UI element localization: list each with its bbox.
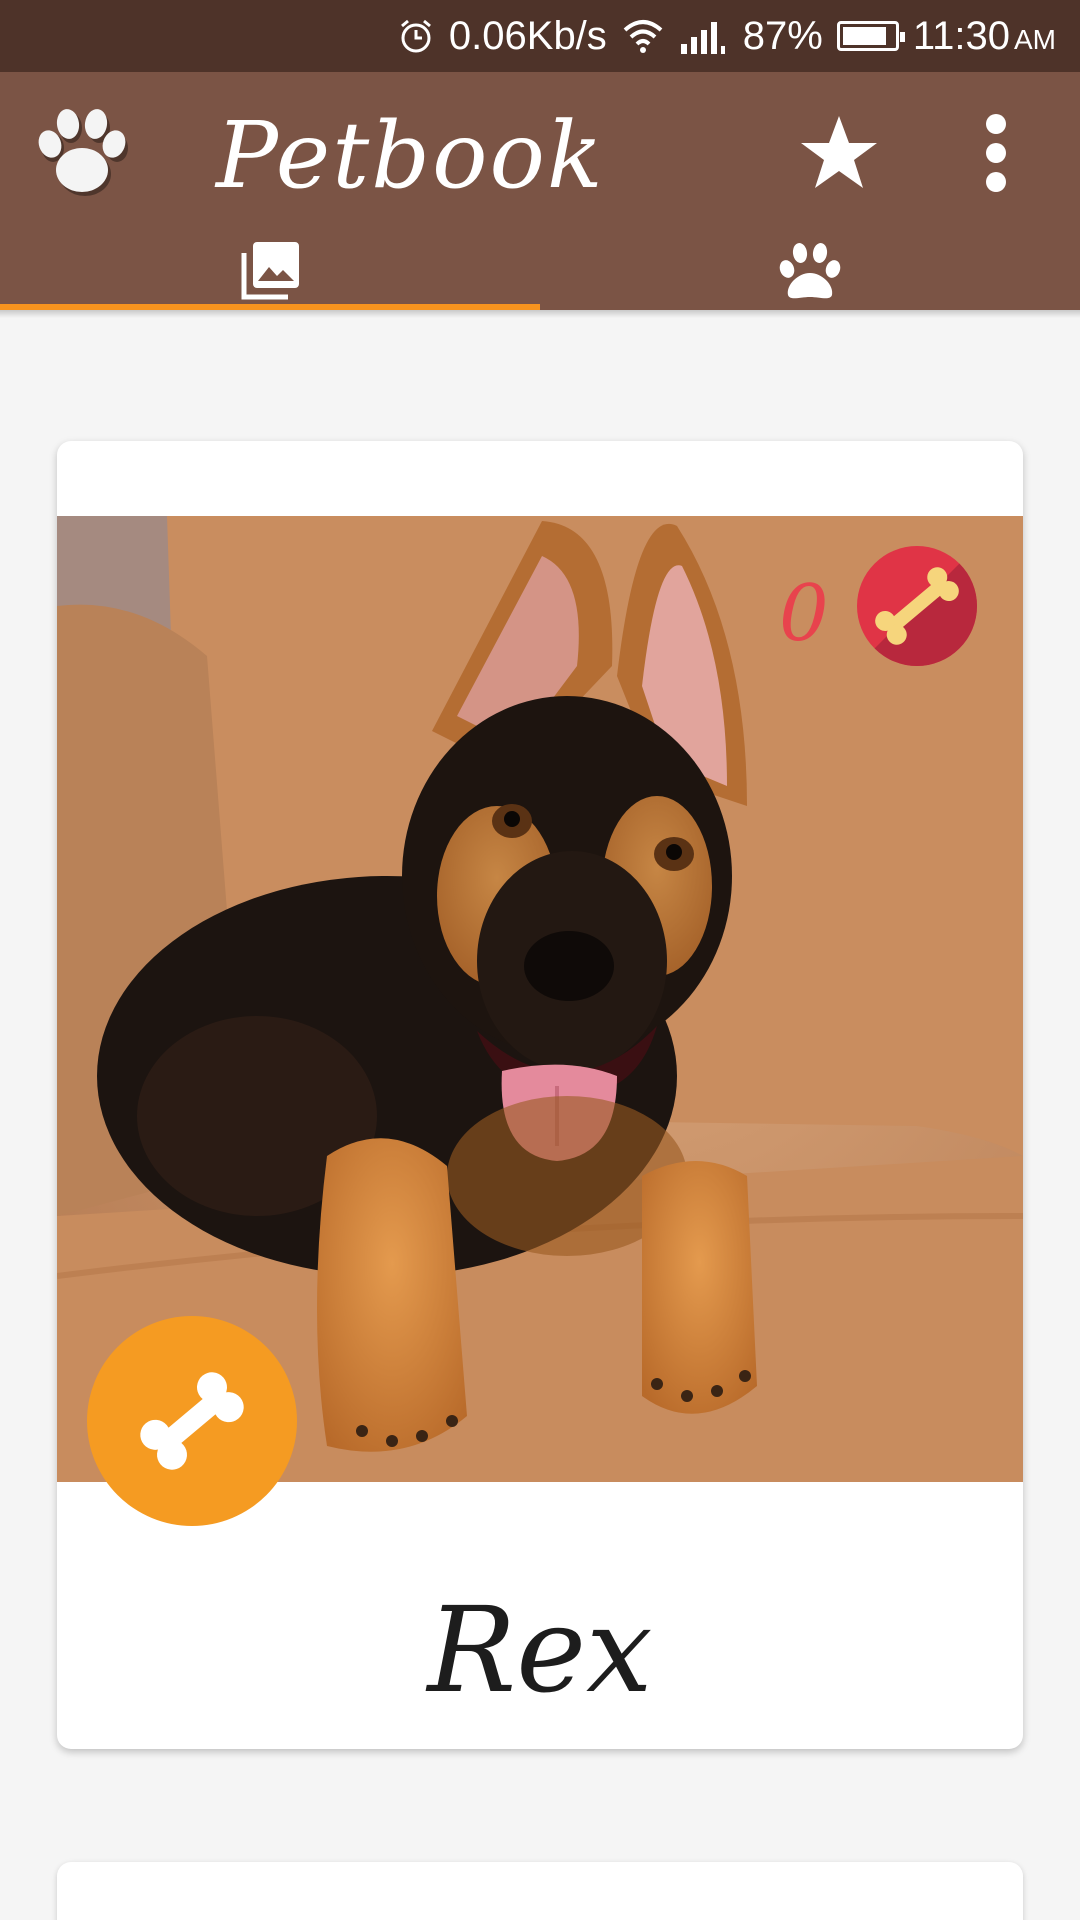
status-bar: 0.06Kb/s 87% 11:30 AM xyxy=(0,0,1080,72)
alarm-icon xyxy=(397,17,435,55)
app-bar: Petbook xyxy=(0,72,1080,310)
app-bar-shadow xyxy=(0,310,1080,318)
time: 11:30 xyxy=(912,13,1010,58)
overflow-menu-icon xyxy=(986,114,1006,192)
network-speed: 0.06Kb/s xyxy=(448,13,607,58)
give-bone-button[interactable] xyxy=(87,1316,297,1526)
ampm: AM xyxy=(1014,23,1056,55)
signal-icon xyxy=(679,18,729,54)
app-title: Petbook xyxy=(216,102,605,209)
next-pet-card[interactable] xyxy=(57,1862,1023,1920)
bone-icon xyxy=(140,1372,244,1470)
like-count: 0 xyxy=(779,569,829,659)
battery-percent: 87% xyxy=(742,13,823,58)
like-badge[interactable] xyxy=(857,546,977,666)
tab-bar xyxy=(0,232,1080,310)
wifi-icon xyxy=(621,18,665,54)
paw-icon xyxy=(28,98,136,206)
clock: 11:30 AM xyxy=(913,14,1056,59)
pet-card[interactable]: 0 Rex xyxy=(57,441,1023,1749)
battery-icon xyxy=(836,21,905,51)
pet-name: Rex xyxy=(427,1581,653,1719)
overflow-menu-button[interactable] xyxy=(970,112,1022,194)
tab-gallery[interactable] xyxy=(0,232,540,310)
star-button[interactable] xyxy=(798,112,880,194)
photo-library-icon xyxy=(241,242,299,300)
star-icon xyxy=(801,116,877,188)
tab-pets[interactable] xyxy=(540,232,1080,310)
paw-icon xyxy=(779,243,841,299)
bone-icon xyxy=(857,546,977,666)
